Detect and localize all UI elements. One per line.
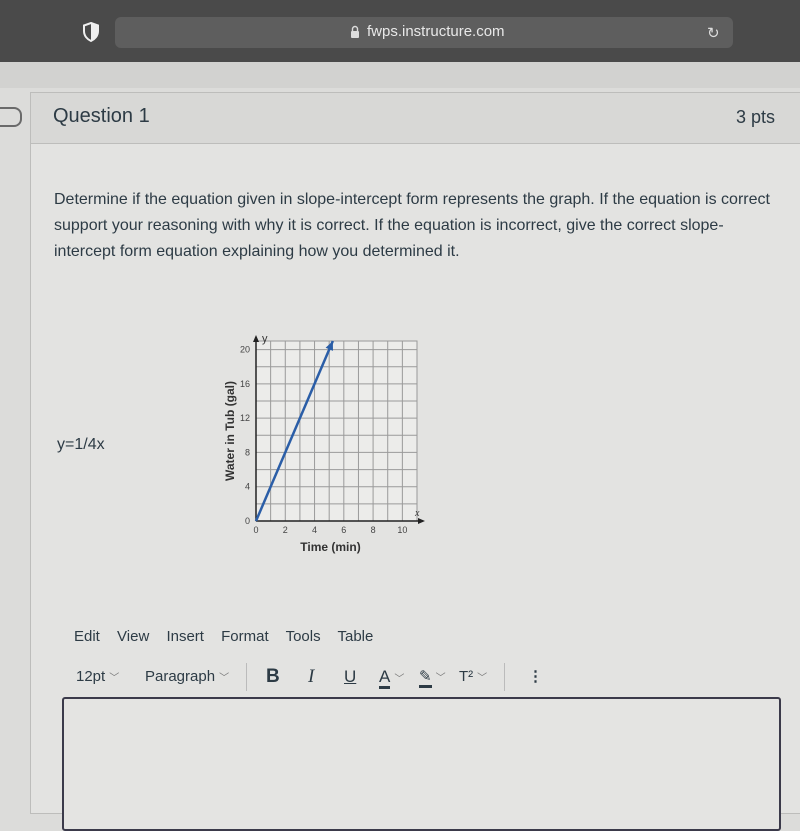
font-size-dropdown[interactable]: 12pt ﹀ xyxy=(76,665,119,691)
question-prompt: Determine if the equation given in slope… xyxy=(54,191,770,260)
x-tick-label: 10 xyxy=(397,525,407,535)
x-axis-label: Time (min) xyxy=(300,540,360,554)
underline-button[interactable]: U xyxy=(344,665,356,689)
tab-strip-area xyxy=(0,62,800,88)
chevron-down-icon: ﹀ xyxy=(219,673,230,684)
answer-editor[interactable] xyxy=(62,697,781,831)
shield-icon[interactable] xyxy=(82,22,100,42)
reload-icon[interactable]: ↻ xyxy=(707,24,720,42)
font-size-value: 12pt xyxy=(76,668,106,685)
question-header: Question 1 3 pts xyxy=(31,93,800,144)
y-axis-letter: y xyxy=(262,333,268,345)
x-tick-label: 4 xyxy=(312,525,317,535)
chevron-down-icon: ﹀ xyxy=(435,673,446,684)
block-format-dropdown[interactable]: Paragraph ﹀ xyxy=(145,665,229,691)
toolbar-divider xyxy=(504,663,505,691)
question-title: Question 1 xyxy=(53,105,150,127)
given-equation: y=1/4x xyxy=(57,436,105,453)
line-graph: 0 2 4 6 8 10 0 4 8 12 16 20 x y Time (min) Water in Tub… xyxy=(223,333,425,554)
y-axis-label: Water in Tub (gal) xyxy=(223,381,237,481)
more-options-button[interactable]: ⋮ xyxy=(528,665,543,689)
chevron-down-icon: ﹀ xyxy=(394,674,405,685)
highlighter-icon: ✎ xyxy=(419,668,432,688)
y-tick-label: 0 xyxy=(245,516,250,526)
question-flag-icon[interactable] xyxy=(0,107,22,127)
toolbar-divider xyxy=(246,663,247,691)
superscript-icon: T² xyxy=(459,668,474,685)
menu-edit[interactable]: Edit xyxy=(74,628,100,645)
url-text[interactable]: fwps.instructure.com xyxy=(367,23,505,40)
block-format-value: Paragraph xyxy=(145,668,216,685)
x-tick-label: 2 xyxy=(283,525,288,535)
bold-button[interactable]: B xyxy=(266,665,280,689)
y-tick-label: 4 xyxy=(245,482,250,492)
y-tick-label: 12 xyxy=(240,413,250,423)
text-color-icon: A xyxy=(379,667,391,689)
x-axis-letter: x xyxy=(414,508,420,519)
question-card: Question 1 3 pts Determine if the equati… xyxy=(30,92,800,831)
x-tick-label: 0 xyxy=(253,525,258,535)
text-color-button[interactable]: A ﹀ xyxy=(379,665,404,692)
y-tick-label: 16 xyxy=(240,379,250,389)
plot-area xyxy=(255,340,418,522)
y-axis-arrow xyxy=(253,335,259,342)
chevron-down-icon: ﹀ xyxy=(109,673,120,684)
menu-tools[interactable]: Tools xyxy=(286,628,321,645)
y-tick-label: 8 xyxy=(245,447,250,457)
italic-button[interactable]: I xyxy=(308,665,314,689)
menu-view[interactable]: View xyxy=(117,628,149,645)
menu-format[interactable]: Format xyxy=(221,628,269,645)
question-points: 3 pts xyxy=(735,107,775,127)
chevron-down-icon: ﹀ xyxy=(477,673,488,684)
editor-menubar: Edit View Insert Format Tools Table xyxy=(74,628,386,645)
y-tick-label: 20 xyxy=(240,345,250,355)
x-tick-label: 8 xyxy=(371,525,376,535)
menu-insert[interactable]: Insert xyxy=(166,628,204,645)
browser-toolbar: fwps.instructure.com ↻ xyxy=(0,0,800,62)
lock-icon xyxy=(351,25,359,38)
menu-table[interactable]: Table xyxy=(338,628,374,645)
editor-toolbar: 12pt ﹀ Paragraph ﹀ B I U A ﹀ ✎ ﹀ T² ﹀ ⋮ xyxy=(76,663,576,692)
highlight-button[interactable]: ✎ ﹀ xyxy=(419,665,446,691)
x-tick-label: 6 xyxy=(341,525,346,535)
address-bar[interactable]: fwps.instructure.com ↻ xyxy=(115,17,733,48)
superscript-button[interactable]: T² ﹀ xyxy=(459,665,487,691)
